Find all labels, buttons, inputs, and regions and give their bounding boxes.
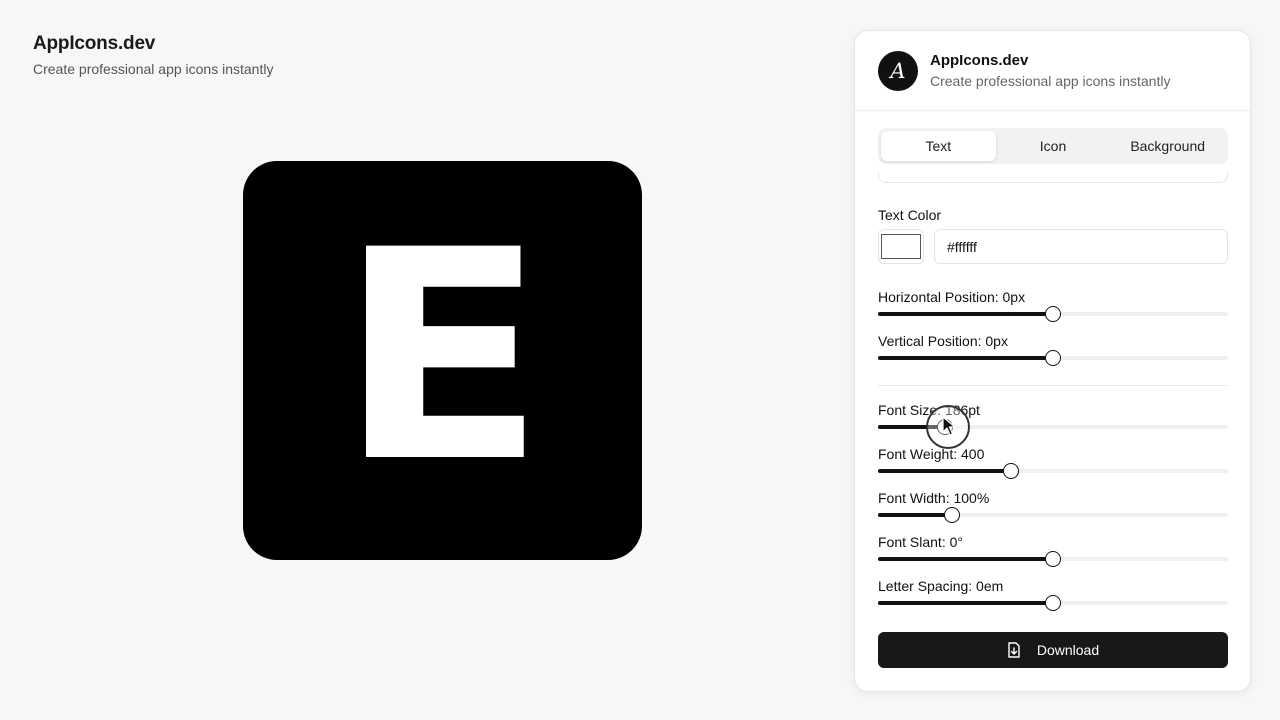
font-width-slider[interactable] bbox=[878, 507, 1228, 523]
settings-panel: A AppIcons.dev Create professional app i… bbox=[854, 30, 1251, 692]
page-title: AppIcons.dev bbox=[33, 33, 156, 54]
vertical-position-slider[interactable] bbox=[878, 350, 1228, 366]
tab-text[interactable]: Text bbox=[881, 131, 996, 161]
text-color-label: Text Color bbox=[878, 207, 942, 223]
download-button[interactable]: Download bbox=[878, 632, 1228, 668]
font-slant-label: Font Slant: 0° bbox=[878, 534, 963, 550]
text-color-input[interactable] bbox=[934, 229, 1228, 264]
text-color-swatch-fill bbox=[881, 234, 921, 259]
file-download-icon bbox=[1007, 642, 1021, 658]
download-label: Download bbox=[1036, 642, 1100, 658]
horizontal-position-label: Horizontal Position: 0px bbox=[878, 289, 1026, 305]
letter-spacing-label: Letter Spacing: 0em bbox=[878, 578, 1004, 594]
slider-thumb[interactable] bbox=[1045, 350, 1061, 366]
slider-thumb[interactable] bbox=[1045, 306, 1061, 322]
tab-icon[interactable]: Icon bbox=[996, 131, 1111, 161]
section-divider bbox=[878, 385, 1228, 386]
clipped-text-input[interactable] bbox=[878, 172, 1228, 183]
font-width-label: Font Width: 100% bbox=[878, 490, 990, 506]
icon-preview-letter: E bbox=[338, 188, 547, 526]
font-weight-slider[interactable] bbox=[878, 463, 1228, 479]
icon-preview: E bbox=[243, 161, 642, 560]
font-weight-label: Font Weight: 400 bbox=[878, 446, 985, 462]
panel-subtitle: Create professional app icons instantly bbox=[930, 73, 1171, 89]
tab-bar: Text Icon Background bbox=[878, 128, 1228, 164]
page-subtitle: Create professional app icons instantly bbox=[33, 61, 274, 77]
app-logo: A bbox=[878, 50, 918, 91]
panel-title: AppIcons.dev bbox=[930, 52, 1029, 69]
vertical-position-label: Vertical Position: 0px bbox=[878, 333, 1008, 349]
slider-thumb[interactable] bbox=[1003, 463, 1019, 479]
text-color-swatch[interactable] bbox=[878, 229, 924, 264]
panel-header: A AppIcons.dev Create professional app i… bbox=[855, 31, 1250, 111]
pointer-cursor-icon bbox=[942, 416, 956, 441]
font-slant-slider[interactable] bbox=[878, 551, 1228, 567]
slider-thumb[interactable] bbox=[1045, 551, 1061, 567]
tab-background[interactable]: Background bbox=[1110, 131, 1225, 161]
horizontal-position-slider[interactable] bbox=[878, 306, 1228, 322]
page-header: AppIcons.dev Create professional app ico… bbox=[33, 33, 273, 77]
letter-spacing-slider[interactable] bbox=[878, 595, 1228, 611]
slider-thumb[interactable] bbox=[1045, 595, 1061, 611]
slider-thumb[interactable] bbox=[943, 507, 960, 523]
